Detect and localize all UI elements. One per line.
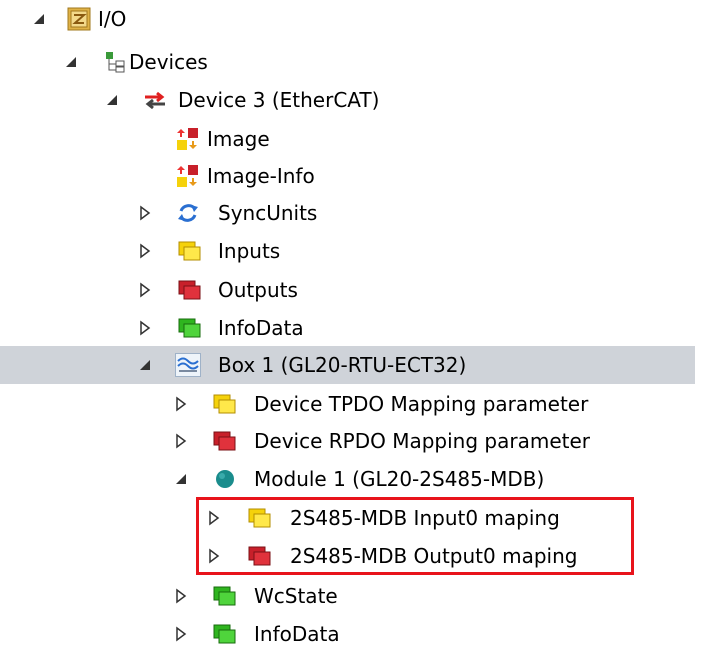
tree-node-label: WcState	[254, 584, 338, 608]
collapsed-arrow-icon[interactable]	[136, 281, 154, 299]
tree-node-label: InfoData	[218, 316, 304, 340]
expanded-arrow-icon[interactable]	[103, 91, 121, 109]
tree-node-label: Module 1 (GL20-2S485-MDB)	[254, 467, 545, 491]
ethercat-device-icon	[143, 88, 167, 112]
collapsed-arrow-icon[interactable]	[172, 625, 190, 643]
tree-node-label: Outputs	[218, 278, 298, 302]
infodata-icon	[213, 584, 237, 608]
tree-node-wcstate[interactable]: WcState	[0, 577, 709, 615]
tree-node-io[interactable]: I/O	[0, 0, 709, 38]
tree-node-syncunits[interactable]: SyncUnits	[0, 194, 709, 232]
tree-node-label: InfoData	[254, 622, 340, 646]
tree-node-box-1[interactable]: Box 1 (GL20-RTU-ECT32)	[0, 346, 695, 384]
collapsed-arrow-icon[interactable]	[136, 319, 154, 337]
tree-node-infodata[interactable]: InfoData	[0, 309, 709, 347]
expanded-arrow-icon[interactable]	[136, 356, 154, 374]
collapsed-arrow-icon[interactable]	[172, 432, 190, 450]
tree-node-label: Image-Info	[207, 164, 315, 188]
tree-node-inputs[interactable]: Inputs	[0, 232, 709, 270]
expanded-arrow-icon[interactable]	[30, 10, 48, 28]
tree-node-devices[interactable]: Devices	[0, 43, 709, 81]
io-tree: I/O Devices Device 3 (EtherCAT) Image Im…	[0, 0, 709, 646]
tree-node-label: Devices	[129, 50, 208, 74]
infodata-icon	[213, 622, 237, 646]
tree-node-label: Box 1 (GL20-RTU-ECT32)	[218, 353, 467, 377]
io-folder-icon	[67, 7, 91, 31]
tree-node-device-3[interactable]: Device 3 (EtherCAT)	[0, 81, 709, 119]
image-icon	[176, 127, 200, 151]
tree-node-device-tpdo-mapping[interactable]: Device TPDO Mapping parameter	[0, 385, 709, 423]
tree-node-device-rpdo-mapping[interactable]: Device RPDO Mapping parameter	[0, 422, 709, 460]
collapsed-arrow-icon[interactable]	[136, 242, 154, 260]
tree-node-label: Device RPDO Mapping parameter	[254, 429, 590, 453]
tree-node-module-1[interactable]: Module 1 (GL20-2S485-MDB)	[0, 460, 709, 498]
tree-node-label: I/O	[98, 7, 127, 31]
highlight-rectangle	[196, 497, 634, 575]
tree-node-label: Image	[207, 127, 270, 151]
tree-node-outputs[interactable]: Outputs	[0, 271, 709, 309]
tree-node-image[interactable]: Image	[0, 120, 709, 158]
inputs-icon	[213, 392, 237, 416]
tree-node-label: Inputs	[218, 239, 281, 263]
expanded-arrow-icon[interactable]	[172, 470, 190, 488]
outputs-icon	[178, 278, 202, 302]
image-info-icon	[176, 164, 200, 188]
tree-node-label: Device 3 (EtherCAT)	[178, 88, 380, 112]
box-icon	[175, 353, 201, 377]
outputs-icon	[213, 429, 237, 453]
collapsed-arrow-icon[interactable]	[172, 587, 190, 605]
tree-node-image-info[interactable]: Image-Info	[0, 157, 709, 195]
syncunits-icon	[176, 201, 200, 225]
expanded-arrow-icon[interactable]	[62, 53, 80, 71]
tree-node-infodata-box[interactable]: InfoData	[0, 615, 709, 653]
devices-icon	[104, 50, 128, 74]
collapsed-arrow-icon[interactable]	[172, 395, 190, 413]
collapsed-arrow-icon[interactable]	[136, 204, 154, 222]
inputs-icon	[178, 239, 202, 263]
module-icon	[214, 467, 238, 491]
tree-node-label: SyncUnits	[218, 201, 318, 225]
infodata-icon	[178, 316, 202, 340]
tree-node-label: Device TPDO Mapping parameter	[254, 392, 589, 416]
